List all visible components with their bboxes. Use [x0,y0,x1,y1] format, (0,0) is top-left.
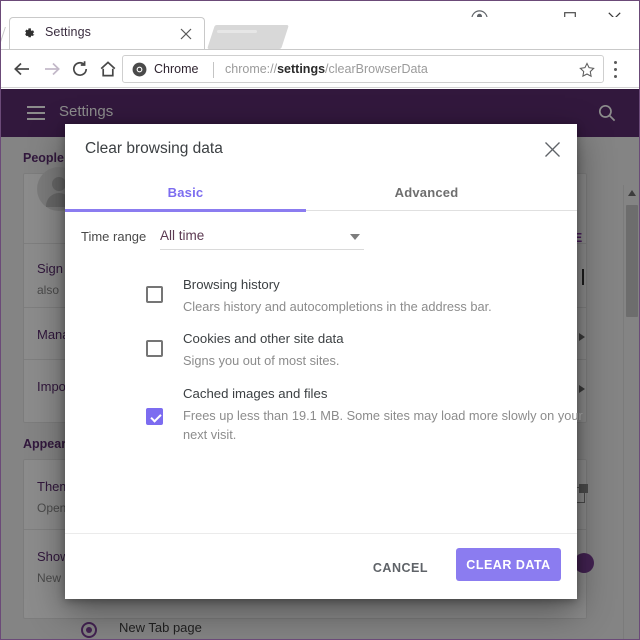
gear-icon [21,26,36,41]
time-range-select[interactable]: All time [160,224,364,250]
time-range-label: Time range [81,229,147,244]
reload-icon[interactable] [67,56,93,82]
omnibox-url: chrome://settings/clearBrowserData [225,62,428,76]
tab-settings[interactable] [9,17,205,50]
browser-window: Settings Chrome chrome://settings/clearB… [0,0,640,640]
checkbox-browsing-history[interactable] [146,286,163,303]
tab-inactive-placeholder[interactable] [207,25,289,49]
star-icon[interactable] [579,62,595,78]
clear-browsing-data-dialog: Clear browsing data Basic Advanced Time … [65,124,583,599]
chrome-logo-icon [132,62,147,77]
checkbox-cookies-and-site-data[interactable] [146,340,163,357]
address-bar[interactable]: Chrome chrome://settings/clearBrowserDat… [122,55,604,83]
option-title: Cached images and files [183,386,328,401]
tab-settings-label: Settings [45,25,91,39]
home-icon[interactable] [95,56,121,82]
option-description: Signs you out of most sites. [183,353,340,368]
tab-basic[interactable]: Basic [65,173,306,211]
cancel-button[interactable]: CANCEL [361,553,440,583]
tab-active-indicator [65,209,306,212]
tab-strip: Settings [1,17,639,51]
dialog-tabs: Basic Advanced [65,173,577,211]
omnibox-url-bold: settings [277,62,326,76]
omnibox-scheme-chip: Chrome [154,62,199,76]
chevron-down-icon [350,234,360,240]
clear-data-button[interactable]: CLEAR DATA [456,548,561,581]
browser-toolbar: Chrome chrome://settings/clearBrowserDat… [1,50,639,88]
three-dot-menu-icon[interactable] [613,61,617,78]
tab-inactive-placeholder-bar [217,30,257,33]
close-icon[interactable] [179,27,193,41]
omnibox-url-suffix: /clearBrowserData [325,62,428,76]
checkbox-cached-images-and-files[interactable] [146,408,163,425]
back-arrow-icon[interactable] [9,56,35,82]
option-title: Browsing history [183,277,280,292]
omnibox-url-prefix: chrome:// [225,62,278,76]
dialog-footer: CANCEL CLEAR DATA [65,533,577,599]
tab-advanced[interactable]: Advanced [306,173,547,211]
time-range-value: All time [160,228,205,243]
option-description: Clears history and autocompletions in th… [183,299,492,314]
close-icon[interactable] [539,136,565,162]
omnibox-separator [213,62,214,78]
option-title: Cookies and other site data [183,331,344,346]
option-description: Frees up less than 19.1 MB. Some sites m… [183,408,583,442]
dialog-title: Clear browsing data [85,140,223,157]
forward-arrow-icon [39,56,65,82]
